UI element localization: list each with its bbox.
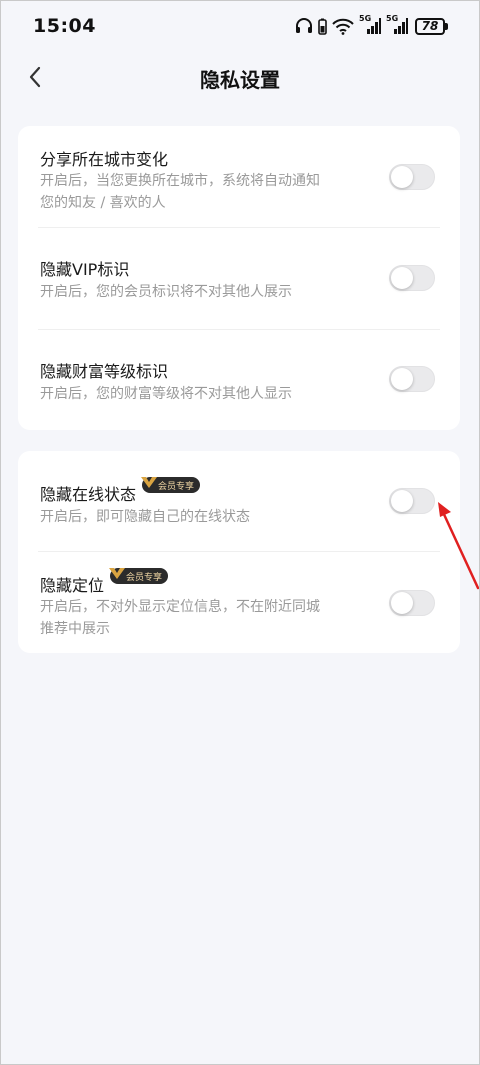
vip-exclusive-badge: 会员专享 [141, 477, 201, 493]
setting-title: 分享所在城市变化 [40, 150, 169, 169]
setting-title: 隐藏在线状态 [40, 485, 137, 504]
vip-crown-icon [109, 568, 126, 579]
battery-icon: 78 [415, 17, 448, 35]
setting-description-line: 开启后，当您更换所在城市，系统将自动通知 [40, 173, 320, 189]
setting-description: 开启后，您的财富等级将不对其他人显示 [40, 386, 292, 402]
battery-saver-icon [318, 18, 327, 35]
setting-description: 开启后，您的会员标识将不对其他人展示 [40, 284, 292, 300]
hide-online-status-toggle[interactable] [389, 488, 435, 514]
setting-description: 开启后，不对外显示定位信息，不在附近同城 推荐中展示 [40, 596, 370, 640]
setting-description-line: 开启后，不对外显示定位信息，不在附近同城 [40, 599, 320, 615]
status-bar: 15:04 5G 5G 78 [0, 0, 480, 52]
setting-title-with-badge: 隐藏在线状态 会员专享 [40, 477, 201, 505]
setting-description-line: 推荐中展示 [40, 621, 110, 637]
badge-label: 会员专享 [158, 481, 195, 492]
vip-exclusive-badge: 会员专享 [109, 568, 169, 584]
privacy-settings-card-2: 隐藏在线状态 会员专享 开启后，即可隐藏自己的在线状态 隐藏定位 会员专享 开启… [18, 451, 460, 653]
setting-title: 隐藏VIP标识 [40, 260, 130, 279]
setting-row-share-city: 分享所在城市变化 开启后，当您更换所在城市，系统将自动通知 您的知友 / 喜欢的… [18, 126, 460, 226]
privacy-settings-card-1: 分享所在城市变化 开启后，当您更换所在城市，系统将自动通知 您的知友 / 喜欢的… [18, 126, 460, 430]
setting-row-hide-vip: 隐藏VIP标识 开启后，您的会员标识将不对其他人展示 [18, 228, 460, 328]
network-type-label: 5G [386, 14, 399, 23]
setting-title-with-badge: 隐藏定位 会员专享 [40, 568, 169, 596]
system-icons: 5G 5G 78 [295, 14, 448, 35]
hide-wealth-level-toggle[interactable] [389, 366, 435, 392]
badge-label: 会员专享 [126, 572, 163, 583]
setting-row-hide-location: 隐藏定位 会员专享 开启后，不对外显示定位信息，不在附近同城 推荐中展示 [18, 552, 460, 653]
setting-title: 隐藏定位 [40, 576, 105, 595]
setting-row-hide-wealth-level: 隐藏财富等级标识 开启后，您的财富等级将不对其他人显示 [18, 330, 460, 430]
signal-icon-sim2: 5G [386, 14, 408, 35]
setting-description: 开启后，即可隐藏自己的在线状态 [40, 509, 250, 525]
setting-description: 开启后，当您更换所在城市，系统将自动通知 您的知友 / 喜欢的人 [40, 170, 370, 214]
headphones-icon [296, 18, 312, 33]
setting-row-hide-online-status: 隐藏在线状态 会员专享 开启后，即可隐藏自己的在线状态 [18, 451, 460, 551]
nav-bar: 隐私设置 [0, 52, 480, 102]
vip-crown-icon [141, 477, 158, 488]
status-time: 15:04 [33, 15, 96, 37]
setting-description-line: 您的知友 / 喜欢的人 [40, 195, 166, 211]
network-type-label: 5G [359, 14, 372, 23]
page-title: 隐私设置 [200, 68, 280, 92]
share-city-toggle[interactable] [389, 164, 435, 190]
setting-title: 隐藏财富等级标识 [40, 362, 169, 381]
signal-icon-sim1: 5G [359, 14, 381, 35]
wifi-icon [332, 18, 354, 35]
hide-vip-toggle[interactable] [389, 265, 435, 291]
battery-level: 78 [415, 17, 445, 35]
hide-location-toggle[interactable] [389, 590, 435, 616]
